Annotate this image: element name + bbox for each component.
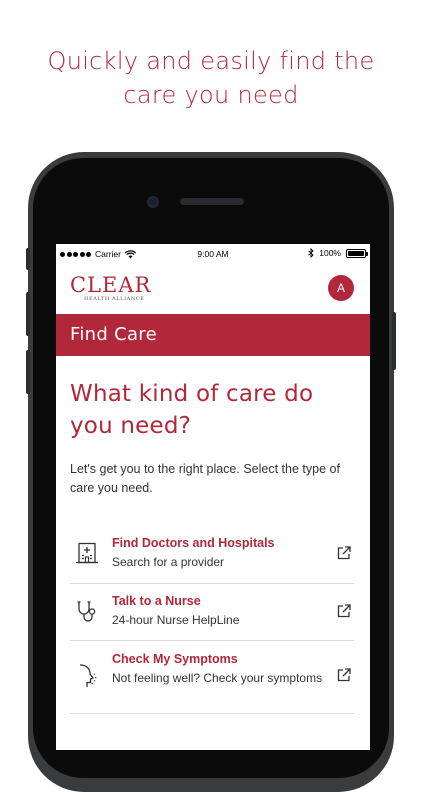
app-screen: Carrier 9:00 AM 100% CLEAR HEALTH ALLIAN…: [56, 244, 370, 750]
front-camera: [147, 196, 159, 208]
app-header: CLEAR HEALTH ALLIANCE A: [56, 266, 370, 314]
phone-volume-down: [26, 350, 30, 394]
phone-volume-up: [26, 292, 30, 336]
care-option-subtitle: Not feeling well? Check your symptoms: [112, 671, 323, 685]
care-option-subtitle: 24-hour Nurse HelpLine: [112, 613, 240, 627]
stethoscope-icon: [74, 599, 100, 625]
care-option-subtitle: Search for a provider: [112, 555, 225, 569]
phone-mute-switch: [26, 248, 30, 270]
care-option-find-doctors[interactable]: Find Doctors and Hospitals Search for a …: [70, 526, 354, 584]
care-option-title: Talk to a Nurse: [112, 594, 201, 608]
phone-power-button: [392, 312, 396, 370]
external-link-icon[interactable]: [336, 603, 352, 619]
user-avatar-button[interactable]: A: [328, 275, 354, 301]
bluetooth-icon: [308, 248, 314, 258]
tagline: Quickly and easily find the care you nee…: [0, 44, 422, 112]
care-question-heading: What kind of care do you need?: [70, 381, 314, 439]
battery-icon: [346, 248, 368, 258]
clear-health-alliance-logo[interactable]: CLEAR HEALTH ALLIANCE: [70, 274, 150, 306]
care-intro-text: Let's get you to the right place. Select…: [70, 462, 340, 495]
care-option-talk-to-nurse[interactable]: Talk to a Nurse 24-hour Nurse HelpLine: [70, 584, 354, 641]
page-title-banner: Find Care: [56, 314, 370, 356]
status-bar: Carrier 9:00 AM 100%: [56, 244, 370, 266]
care-options-list: Find Doctors and Hospitals Search for a …: [70, 526, 354, 714]
symptoms-head-icon: [74, 663, 100, 689]
hospital-icon: [74, 540, 100, 566]
external-link-icon[interactable]: [336, 545, 352, 561]
logo-wordmark: CLEAR: [70, 273, 152, 297]
tagline-line-2: care you need: [123, 81, 299, 109]
care-option-title: Check My Symptoms: [112, 652, 238, 666]
external-link-icon[interactable]: [336, 667, 352, 683]
tagline-line-1: Quickly and easily find the: [47, 47, 375, 75]
logo-subtext: HEALTH ALLIANCE: [84, 296, 145, 302]
earpiece-speaker: [180, 198, 244, 205]
care-option-check-symptoms[interactable]: Check My Symptoms Not feeling well? Chec…: [70, 641, 354, 714]
battery-percentage: 100%: [319, 248, 341, 258]
care-option-title: Find Doctors and Hospitals: [112, 536, 275, 550]
